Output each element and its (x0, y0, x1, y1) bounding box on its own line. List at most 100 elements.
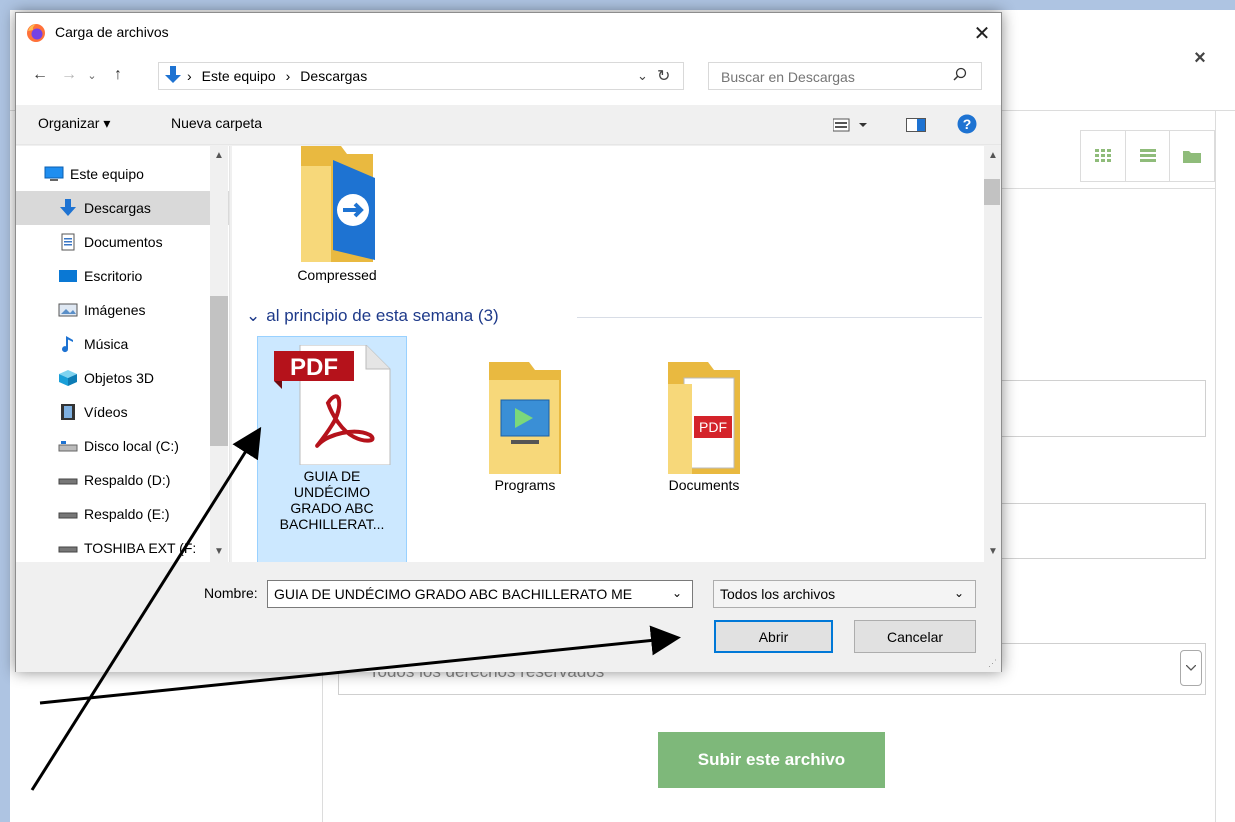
computer-icon (44, 164, 64, 184)
dialog-footer: Nombre: GUIA DE UNDÉCIMO GRADO ABC BACHI… (16, 562, 1001, 672)
drive-icon (58, 504, 78, 524)
sidebar-item-videos[interactable]: Vídeos (16, 395, 229, 429)
breadcrumb-separator: › (285, 68, 291, 84)
downloads-icon (58, 198, 78, 218)
music-icon (58, 334, 78, 354)
svg-text:PDF: PDF (699, 419, 727, 435)
sidebar-item-desktop[interactable]: Escritorio (16, 259, 229, 293)
desktop-icon (58, 266, 78, 286)
scroll-down-icon[interactable]: ▼ (988, 546, 998, 557)
pictures-icon (58, 300, 78, 320)
file-pdf-guia[interactable]: PDF GUIA DE UNDÉCIMO GRADO ABC BACHILLER… (257, 336, 407, 562)
resize-grip-icon[interactable]: ⋰ (988, 658, 997, 669)
sidebar-item-label: Imágenes (84, 302, 146, 318)
file-list: Compressed ⌄ al principio de esta semana… (232, 146, 1000, 562)
chevron-down-icon[interactable]: ⌄ (637, 68, 648, 84)
pdf-badge: PDF (290, 354, 338, 381)
breadcrumb-downloads[interactable]: Descargas (300, 68, 367, 84)
divider (1000, 188, 1215, 189)
sidebar-item-3d-objects[interactable]: Objetos 3D (16, 361, 229, 395)
search-icon[interactable] (953, 67, 967, 84)
folder-programs[interactable]: Programs (465, 356, 585, 506)
recent-locations-icon[interactable]: ⌄ (84, 63, 100, 87)
sidebar-item-label: Música (84, 336, 129, 352)
sidebar-item-label: Vídeos (84, 404, 128, 420)
sidebar-item-backup-e[interactable]: Respaldo (E:) (16, 497, 229, 531)
documents-folder-icon: PDF (654, 356, 754, 477)
sidebar-item-label: TOSHIBA EXT (F: (84, 540, 197, 556)
address-bar: ← → ⌄ ↑ › Este equipo › Descargas ⌄ ↻ (16, 53, 1001, 105)
filename-label: Nombre: (204, 585, 258, 601)
text-field[interactable] (1000, 503, 1206, 559)
upload-file-button[interactable]: Subir este archivo (658, 732, 885, 788)
filename-value: GUIA DE UNDÉCIMO GRADO ABC BACHILLERATO … (274, 586, 633, 602)
sidebar-item-local-disk-c[interactable]: Disco local (C:) (16, 429, 229, 463)
scrollbar-thumb[interactable] (210, 296, 228, 446)
sidebar-item-backup-d[interactable]: Respaldo (D:) (16, 463, 229, 497)
divider (1215, 110, 1216, 822)
close-icon[interactable]: × (1190, 48, 1210, 68)
view-toolbar (1080, 130, 1215, 182)
breadcrumb-separator: › (187, 68, 192, 84)
sidebar-item-downloads[interactable]: Descargas (16, 191, 229, 225)
file-type-value: Todos los archivos (720, 586, 836, 602)
sidebar-item-documents[interactable]: Documentos (16, 225, 229, 259)
breadcrumb-this-pc[interactable]: Este equipo (202, 68, 276, 84)
view-options-icon[interactable] (832, 117, 867, 136)
command-bar: Organizar ▾ Nueva carpeta ? (16, 105, 1001, 145)
scroll-down-icon[interactable]: ▼ (214, 546, 224, 557)
search-box (708, 62, 982, 91)
teamviewer-folder-icon (287, 146, 387, 267)
file-type-select[interactable]: Todos los archivos ⌄ (713, 580, 976, 608)
list-view-icon[interactable] (1125, 131, 1170, 181)
sidebar-item-label: Respaldo (D:) (84, 472, 171, 488)
sidebar-item-music[interactable]: Música (16, 327, 229, 361)
organize-button[interactable]: Organizar ▾ (38, 115, 110, 132)
videos-icon (58, 402, 78, 422)
search-input[interactable] (709, 63, 953, 91)
drive-icon (58, 436, 78, 456)
file-label: GUIA DE (303, 468, 361, 484)
sidebar-item-toshiba-f[interactable]: TOSHIBA EXT (F: (16, 531, 229, 562)
sidebar-item-pictures[interactable]: Imágenes (16, 293, 229, 327)
forward-icon[interactable]: → (58, 63, 80, 87)
text-field[interactable] (1000, 380, 1206, 437)
scrollbar-thumb[interactable] (984, 179, 1000, 205)
new-folder-button[interactable]: Nueva carpeta (171, 115, 262, 131)
back-icon[interactable]: ← (28, 63, 52, 87)
scroll-up-icon[interactable]: ▲ (988, 150, 998, 161)
filename-input[interactable]: GUIA DE UNDÉCIMO GRADO ABC BACHILLERATO … (267, 580, 693, 608)
chevron-down-icon[interactable] (1180, 650, 1202, 686)
pdf-icon: PDF (270, 344, 394, 468)
drive-icon (58, 470, 78, 490)
group-header[interactable]: ⌄ al principio de esta semana (3) (246, 306, 499, 326)
cancel-button[interactable]: Cancelar (854, 620, 976, 653)
folder-documents[interactable]: PDF Documents (644, 356, 764, 506)
sidebar-item-label: Documentos (84, 234, 163, 250)
address-box[interactable]: › Este equipo › Descargas ⌄ ↻ (158, 62, 684, 90)
file-label: Programs (494, 477, 556, 493)
scrollbar[interactable] (984, 146, 1000, 562)
preview-pane-icon[interactable] (906, 117, 926, 136)
open-button[interactable]: Abrir (714, 620, 833, 653)
file-upload-dialog: Carga de archivos ✕ ← → ⌄ ↑ › Este equip… (15, 12, 1002, 672)
folder-view-icon[interactable] (1169, 131, 1214, 181)
sidebar-item-label: Objetos 3D (84, 370, 155, 386)
close-button[interactable]: ✕ (964, 17, 1000, 49)
file-label: BACHILLERAT... (279, 516, 385, 532)
grid-view-icon[interactable] (1081, 131, 1125, 181)
refresh-icon[interactable]: ↻ (657, 66, 670, 86)
up-icon[interactable]: ↑ (106, 63, 130, 87)
sidebar-item-label: Disco local (C:) (84, 438, 179, 454)
help-icon[interactable]: ? (957, 114, 977, 137)
svg-text:?: ? (963, 116, 972, 132)
sidebar-item-this-pc[interactable]: Este equipo (16, 157, 229, 191)
scroll-up-icon[interactable]: ▲ (214, 150, 224, 161)
folder-compressed[interactable]: Compressed (277, 146, 397, 286)
file-label: Compressed (297, 267, 377, 283)
divider (577, 317, 982, 318)
file-label: Documents (668, 477, 740, 493)
programs-folder-icon (475, 356, 575, 477)
chevron-down-icon[interactable]: ⌄ (672, 586, 682, 600)
sidebar-item-label: Este equipo (70, 166, 144, 182)
